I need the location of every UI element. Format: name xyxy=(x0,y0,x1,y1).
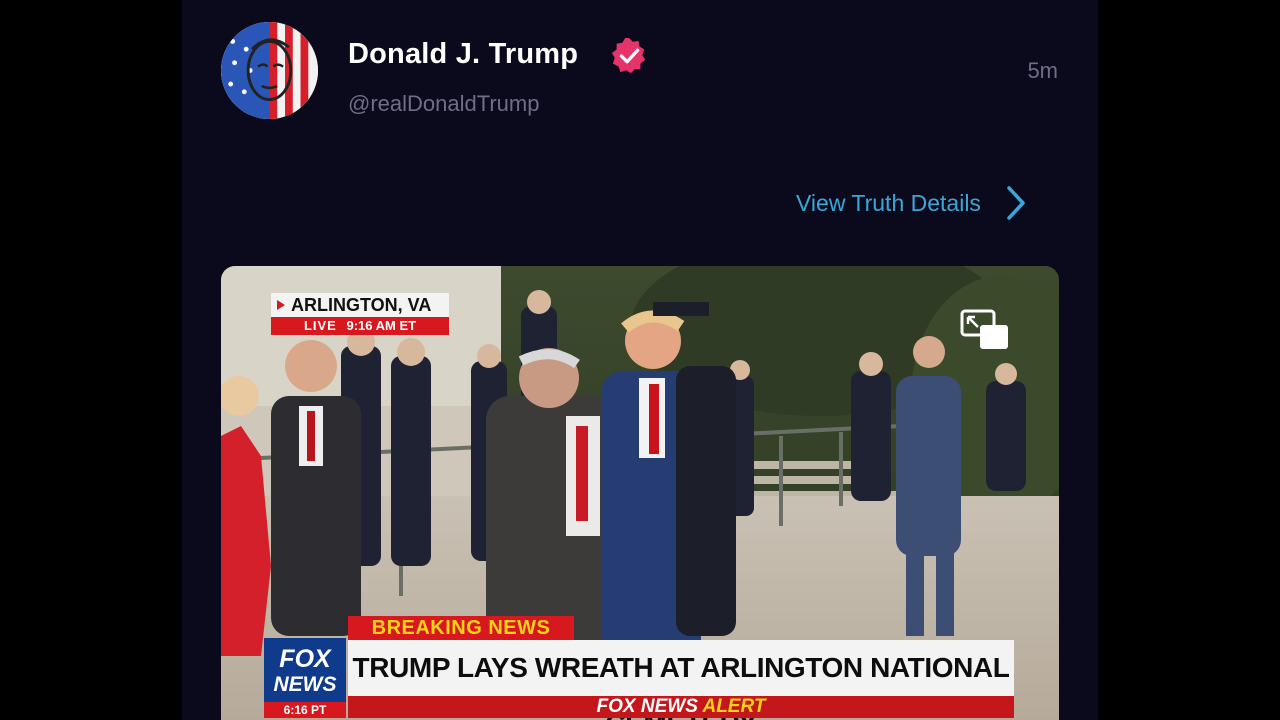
play-triangle-icon xyxy=(277,300,285,310)
view-truth-details-label: View Truth Details xyxy=(796,189,981,216)
chevron-right-icon xyxy=(1007,186,1025,220)
live-time: 9:16 AM ET xyxy=(346,318,417,333)
picture-in-picture-icon[interactable] xyxy=(960,309,1010,351)
location-bug: ARLINGTON, VA LIVE 9:16 AM ET xyxy=(271,293,449,335)
fox-logo-line1: FOX xyxy=(279,645,331,673)
alert-label-part2: ALERT xyxy=(702,696,766,717)
fox-logo-line2: NEWS xyxy=(273,673,337,696)
location-label: ARLINGTON, VA xyxy=(291,295,432,315)
author-handle[interactable]: @realDonaldTrump xyxy=(348,91,539,117)
verified-badge-icon xyxy=(611,37,646,74)
flag-portrait-image xyxy=(221,22,318,119)
alert-label-part1: FOX NEWS xyxy=(596,696,698,717)
post-timestamp: 5m xyxy=(1027,58,1058,83)
view-truth-details-link[interactable]: View Truth Details xyxy=(796,184,1029,222)
author-name[interactable]: Donald J. Trump xyxy=(348,38,578,71)
post-card: Donald J. Trump @realDonaldTrump 5m View… xyxy=(182,0,1098,720)
video-media[interactable]: ARLINGTON, VA LIVE 9:16 AM ET BREAKING N… xyxy=(221,266,1059,720)
breaking-news-banner: BREAKING NEWS xyxy=(348,616,574,640)
live-label: LIVE xyxy=(303,318,337,333)
fox-news-alert-bar: FOX NEWS ALERT xyxy=(348,696,1014,718)
network-time: 6:16 PT xyxy=(264,702,346,718)
news-headline: TRUMP LAYS WREATH AT ARLINGTON NATIONAL … xyxy=(348,640,1014,720)
avatar[interactable] xyxy=(221,22,318,119)
